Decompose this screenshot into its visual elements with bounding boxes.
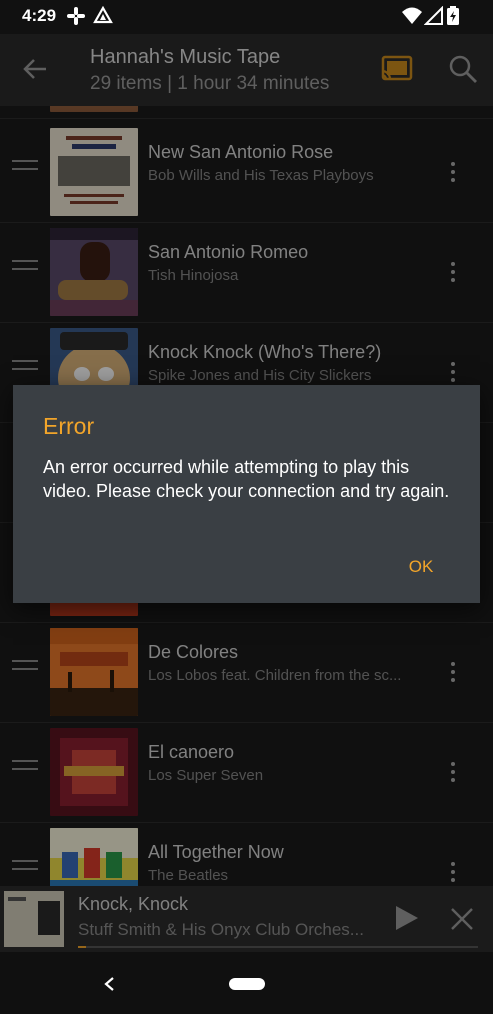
signal-icon <box>424 6 443 25</box>
nav-back-icon[interactable] <box>100 974 120 994</box>
wifi-icon <box>402 7 422 24</box>
system-nav-bar <box>0 952 493 1014</box>
error-dialog: Error An error occurred while attempting… <box>13 385 480 603</box>
drive-icon <box>93 6 113 24</box>
ok-button[interactable]: OK <box>391 553 451 581</box>
battery-charging-icon <box>447 6 459 25</box>
home-pill-icon[interactable] <box>229 978 265 990</box>
slack-icon <box>67 7 85 25</box>
dialog-title: Error <box>43 413 95 439</box>
status-bar: 4:29 <box>0 0 493 34</box>
status-time: 4:29 <box>22 6 57 25</box>
dialog-message: An error occurred while attempting to pl… <box>43 457 450 501</box>
